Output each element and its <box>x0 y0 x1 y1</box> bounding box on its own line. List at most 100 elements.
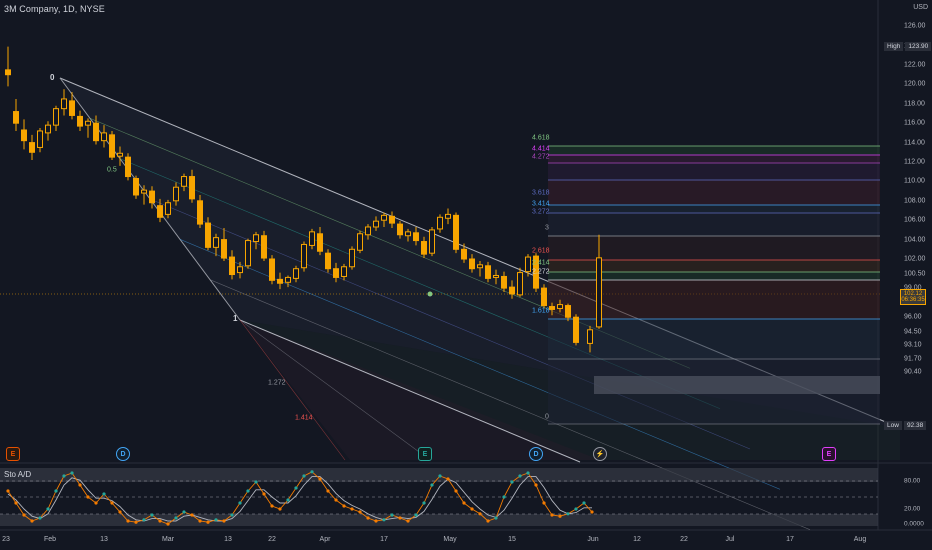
candle-body <box>109 134 115 158</box>
upcoming-earnings-badge[interactable]: E <box>822 447 836 461</box>
oscillator-title[interactable]: Sto A/D <box>4 470 31 479</box>
candle-body <box>77 115 83 127</box>
candle-body <box>173 186 179 202</box>
candle-body <box>509 286 515 295</box>
candle-body <box>333 268 339 278</box>
candle-body <box>445 213 451 219</box>
candle-body <box>125 156 131 178</box>
main-chart-svg[interactable] <box>0 0 932 550</box>
osc-signal-dot <box>166 522 170 526</box>
candle-body <box>565 305 571 318</box>
osc-signal-dot <box>62 474 66 478</box>
time-axis-label: Aug <box>853 536 867 543</box>
osc-signal-dot <box>102 492 106 496</box>
price-axis-label: 93.10 <box>904 341 922 349</box>
osc-signal-dot <box>582 501 586 505</box>
osc-signal-dot <box>38 516 42 520</box>
candle-body <box>157 205 163 218</box>
osc-signal-dot <box>382 518 386 522</box>
symbol-title[interactable]: 3M Company, 1D, NYSE <box>4 4 105 14</box>
time-axis-label: 13 <box>224 536 232 543</box>
osc-signal-dot <box>94 501 98 505</box>
osc-signal-dot <box>142 518 146 522</box>
candle-body <box>317 233 323 252</box>
osc-signal-dot <box>118 510 122 514</box>
high-value: 123.90 <box>905 41 932 51</box>
current-price-countdown: 06:36:35 <box>901 297 925 303</box>
candle-body <box>29 142 35 153</box>
fib-zone-fill <box>548 213 880 236</box>
time-axis-label: May <box>443 536 457 543</box>
candle-body <box>269 258 275 281</box>
time-axis-label: 17 <box>380 536 388 543</box>
osc-signal-dot <box>366 516 370 520</box>
price-axis-label: 102.00 <box>904 255 926 263</box>
candle-body <box>389 215 395 224</box>
candle-body <box>45 124 51 134</box>
dividend-badge[interactable]: D <box>529 447 543 461</box>
candle-body <box>141 189 147 194</box>
candle-body <box>61 98 67 110</box>
candle-body <box>325 252 331 270</box>
fib-level-label: 0.5 <box>107 166 117 174</box>
osc-signal-dot <box>214 518 218 522</box>
candle-body <box>587 329 593 344</box>
candle-body <box>149 190 155 204</box>
osc-signal-dot <box>438 474 442 478</box>
price-axis-label: 114.00 <box>904 139 925 147</box>
osc-signal-dot <box>462 501 466 505</box>
osc-signal-dot <box>30 519 34 523</box>
osc-signal-dot <box>430 483 434 487</box>
time-axis-label: 23 <box>2 536 10 543</box>
candle-body <box>245 240 251 267</box>
price-axis-label: 100.50 <box>904 270 926 278</box>
osc-signal-dot <box>574 507 578 511</box>
osc-signal-dot <box>446 477 450 481</box>
osc-signal-dot <box>374 519 378 523</box>
osc-signal-dot <box>78 483 82 487</box>
chart-root[interactable]: 3M Company, 1D, NYSE USD 126.00124.00122… <box>0 0 932 550</box>
earnings-badge[interactable]: E <box>418 447 432 461</box>
osc-oversold-band <box>0 514 878 526</box>
candle-body <box>357 233 363 251</box>
osc-signal-dot <box>590 510 594 514</box>
price-axis-label: 90.40 <box>904 368 922 376</box>
candle-body <box>525 256 531 273</box>
price-axis-label: 96.00 <box>904 313 922 321</box>
candle-body <box>237 266 243 274</box>
osc-signal-dot <box>310 470 314 474</box>
pitchfork-pivot-dot <box>427 291 433 297</box>
candle-body <box>397 223 403 236</box>
osc-signal-dot <box>286 498 290 502</box>
osc-signal-dot <box>230 513 234 517</box>
candle-body <box>277 278 283 284</box>
osc-signal-dot <box>278 507 282 511</box>
candle-body <box>101 132 107 142</box>
osc-signal-dot <box>70 471 74 475</box>
candle-body <box>301 243 307 269</box>
news-flash-icon[interactable]: ⚡ <box>593 447 607 461</box>
fib-zone-fill <box>548 205 880 213</box>
candle-body <box>5 69 11 76</box>
osc-signal-dot <box>398 516 402 520</box>
candle-body <box>517 272 523 296</box>
candle-body <box>381 214 387 221</box>
earnings-badge[interactable]: E <box>6 447 20 461</box>
high-tag: High <box>884 41 904 51</box>
osc-signal-dot <box>326 489 330 493</box>
osc-signal-dot <box>414 513 418 517</box>
fib-level-label: 3.272 <box>532 208 550 216</box>
price-axis-label: 116.00 <box>904 119 925 127</box>
fib-level-label: 1.272 <box>268 379 286 387</box>
osc-signal-dot <box>534 483 538 487</box>
price-axis-label: 122.00 <box>904 61 926 69</box>
osc-signal-dot <box>86 495 90 499</box>
time-axis-label: Jul <box>725 536 735 543</box>
dividend-badge[interactable]: D <box>116 447 130 461</box>
osc-axis-20: 20.00 <box>904 505 921 513</box>
fib-zone-fill <box>548 155 880 163</box>
osc-signal-dot <box>174 516 178 520</box>
osc-signal-dot <box>254 480 258 484</box>
candle-body <box>133 177 139 196</box>
time-axis-label: 13 <box>100 536 108 543</box>
